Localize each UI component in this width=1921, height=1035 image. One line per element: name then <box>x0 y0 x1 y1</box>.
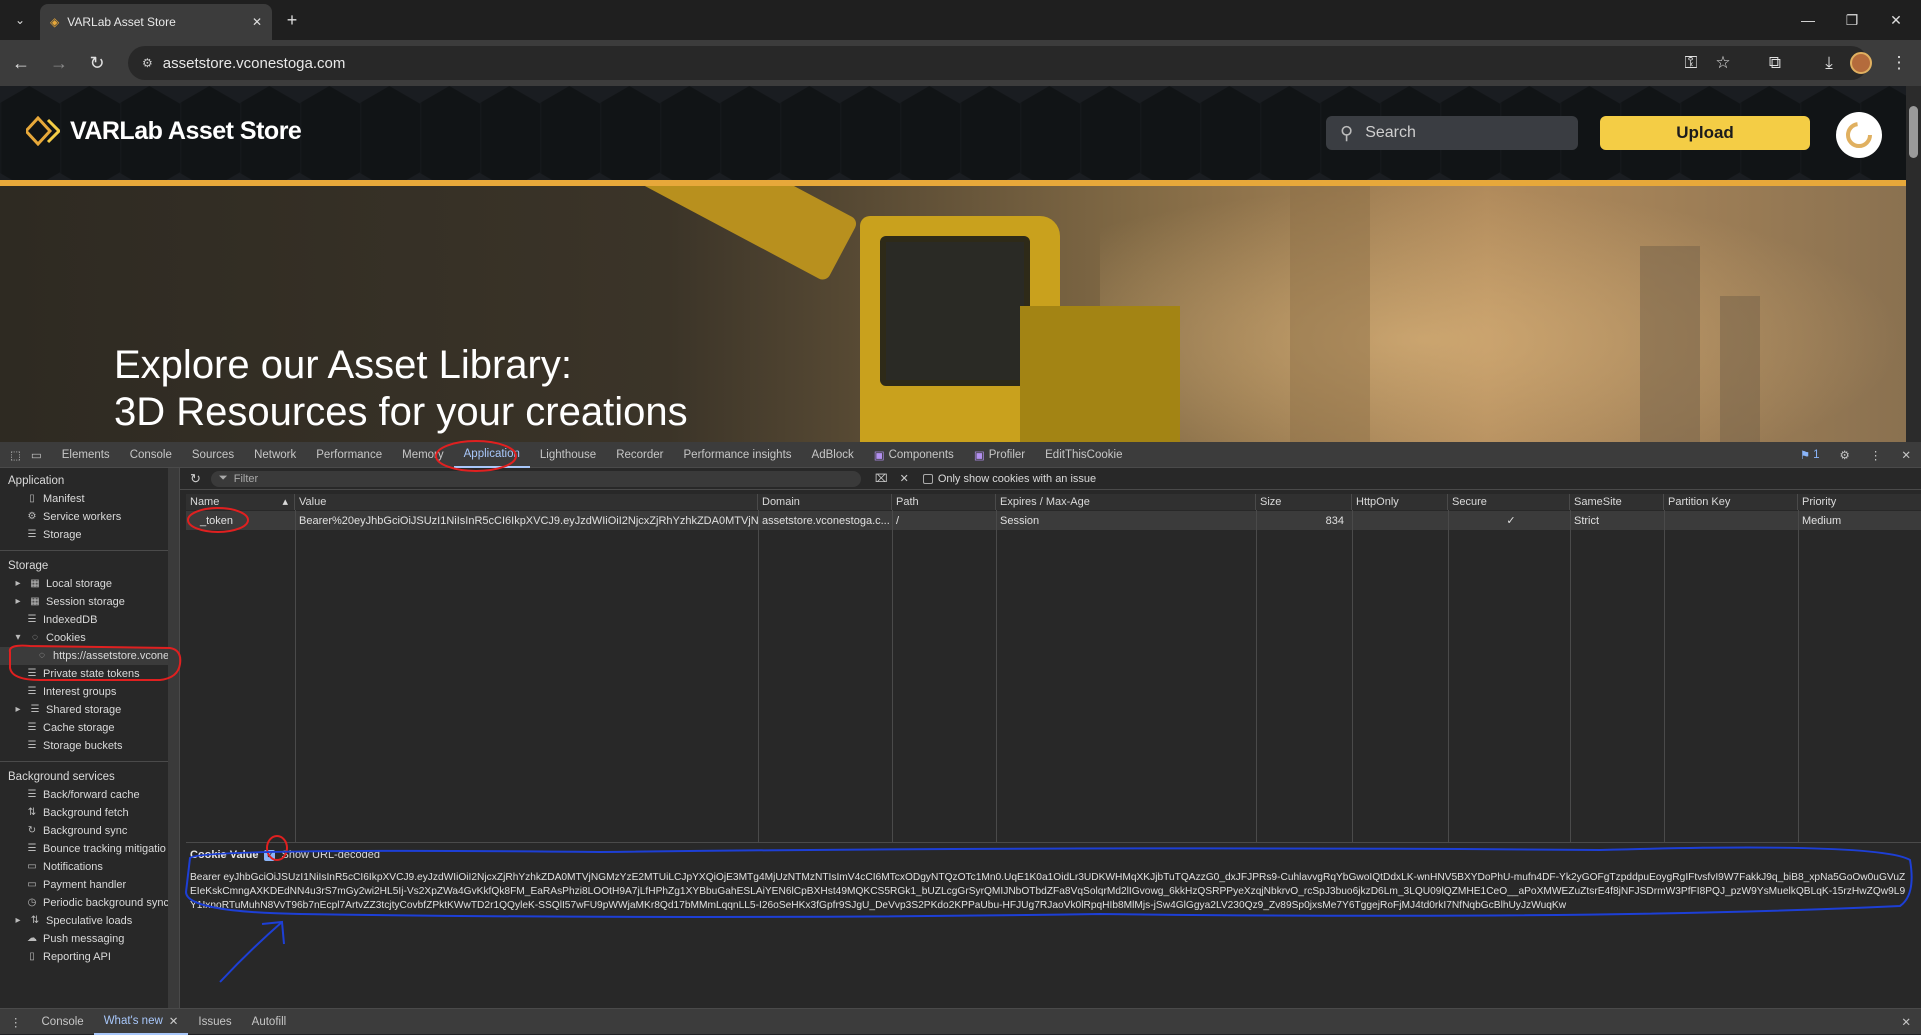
annotation-circle-checkbox <box>266 835 288 861</box>
annotation-outline-cookie-value <box>184 846 1913 918</box>
annotation-outline-cookies <box>8 644 182 681</box>
annotation-arrow <box>219 920 285 983</box>
annotation-circle-application-tab <box>435 440 517 472</box>
annotation-circle-token <box>187 507 249 533</box>
annotation-overlay <box>8 440 1913 983</box>
